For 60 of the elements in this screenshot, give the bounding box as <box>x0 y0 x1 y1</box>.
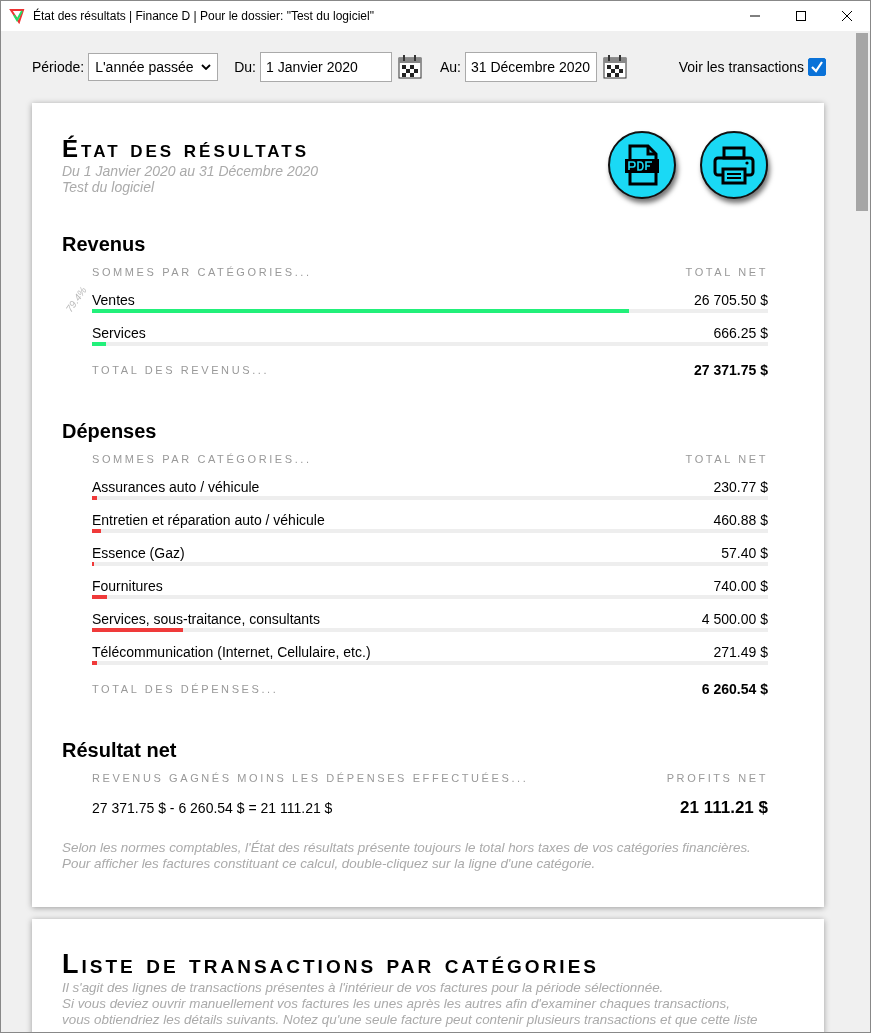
total-amount: 6 260.54 $ <box>701 681 768 697</box>
maximize-icon[interactable] <box>795 10 807 22</box>
amount: 4 500.00 $ <box>701 611 768 627</box>
scrollbar-thumb[interactable] <box>855 33 868 211</box>
description-text: Si vous deviez ouvrir manuellement vos factures les unes après les autres afin d'examiner chaques transactions, <box>62 996 731 1012</box>
column-header: SOMMES PAR CATÉGORIES... <box>92 453 312 465</box>
description-text: vous obtiendriez les détails suivants. Notez qu'une seule facture peut contenir plusieurs transactions et que cette liste <box>62 1012 759 1028</box>
total-label: TOTAL DES DÉPENSES... <box>92 683 279 695</box>
close-icon[interactable] <box>841 10 853 22</box>
amount: 666.25 $ <box>713 325 768 341</box>
category-label[interactable]: Ventes <box>92 292 135 308</box>
section-heading: Dépenses <box>62 420 158 443</box>
column-header: REVENUS GAGNÉS MOINS LES DÉPENSES EFFECTUÉES... <box>92 772 529 784</box>
report-period: Du 1 Janvier 2020 au 31 Décembre 2020 <box>62 163 320 179</box>
category-label[interactable]: Assurances auto / véhicule <box>92 479 260 495</box>
pdf-file-icon <box>622 143 662 187</box>
note-text: Selon les normes comptables, l'État des résultats présente toujours le total hors taxes de vos catégories financières. <box>62 840 752 856</box>
calendar-icon[interactable] <box>600 53 629 81</box>
print-button[interactable] <box>700 131 768 199</box>
column-header: SOMMES PAR CATÉGORIES... <box>92 266 312 278</box>
amount: 230.77 $ <box>713 479 768 495</box>
show-transactions-checkbox[interactable] <box>808 58 826 76</box>
report-title: État des résultats <box>62 135 311 163</box>
section-heading: Revenus <box>62 233 147 256</box>
column-header: PROFITS NET <box>666 772 768 784</box>
amount: 271.49 $ <box>713 644 768 660</box>
amount: 460.88 $ <box>713 512 768 528</box>
category-label[interactable]: Services <box>92 325 146 341</box>
column-header: TOTAL NET <box>685 266 768 278</box>
period-dropdown[interactable]: L'année passée <box>88 53 219 81</box>
calendar-icon[interactable] <box>395 53 424 81</box>
from-label: Du: <box>234 59 256 75</box>
description-text: Il s'agit des lignes de transactions présentes à l'intérieur de vos factures pour la période sélectionnée. <box>62 980 665 996</box>
category-label[interactable]: Fournitures <box>92 578 163 594</box>
category-label[interactable]: Télécommunication (Internet, Cellulaire, etc.) <box>92 644 371 660</box>
category-label[interactable]: Essence (Gaz) <box>92 545 185 561</box>
total-label: TOTAL DES REVENUS... <box>92 364 270 376</box>
printer-icon <box>712 145 756 185</box>
amount: 26 705.50 $ <box>694 292 768 308</box>
transactions-title: Liste de transactions par catégories <box>62 949 600 980</box>
category-label[interactable]: Entretien et réparation auto / véhicule <box>92 512 325 528</box>
to-label: Au: <box>439 59 461 75</box>
amount: 57.40 $ <box>721 545 768 561</box>
report-file-name: Test du logiciel <box>62 179 156 195</box>
app-logo-icon <box>9 8 25 24</box>
pdf-button[interactable] <box>608 131 676 199</box>
window-title: État des résultats | Finance D | Pour le dossier: "Test du logiciel" <box>33 9 374 23</box>
amount: 740.00 $ <box>713 578 768 594</box>
section-heading: Résultat net <box>62 739 178 762</box>
net-profit: 21 111.21 $ <box>680 798 768 818</box>
column-header: TOTAL NET <box>685 453 768 465</box>
category-label[interactable]: Services, sous-traitance, consultants <box>92 611 320 627</box>
total-amount: 27 371.75 $ <box>694 362 768 378</box>
caret-icon <box>201 64 212 70</box>
net-formula: 27 371.75 $ - 6 260.54 $ = 21 111.21 $ <box>92 800 333 816</box>
show-transactions-label: Voir les transactions <box>678 59 804 75</box>
note-text: Pour afficher les factures constituant ce calcul, double-cliquez sur la ligne d'une catégorie. <box>62 856 597 872</box>
from-date-field[interactable]: 1 Janvier 2020 <box>259 52 392 82</box>
to-date-field[interactable]: 31 Décembre 2020 <box>464 52 597 82</box>
period-label: Période: <box>32 59 85 75</box>
